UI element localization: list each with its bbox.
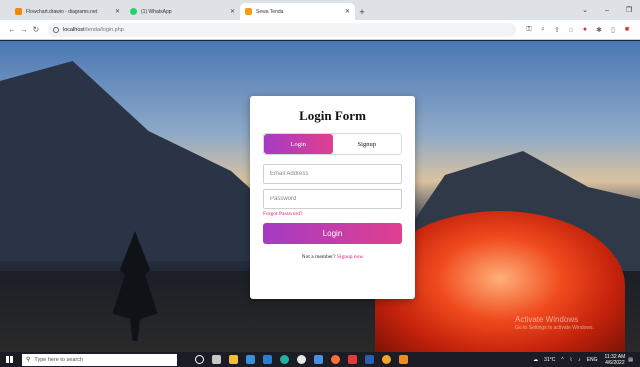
windows-logo-icon (5, 356, 13, 363)
form-title: Login Form (299, 108, 366, 123)
share-icon[interactable]: ⇪ (550, 26, 564, 34)
start-button[interactable] (0, 356, 18, 363)
key-icon[interactable]: ⚿ (522, 26, 536, 34)
bookmark-star-icon[interactable]: ☆ (564, 26, 578, 34)
activation-watermark: Activate Windows Go to Settings to activ… (515, 315, 594, 331)
search-icon: ⚲ (26, 357, 31, 363)
password-field[interactable] (263, 189, 402, 209)
window-controls: ⌄ – ❐ (574, 0, 640, 20)
url-path: /tenda/login.php (84, 26, 124, 33)
tab-drawio[interactable]: Flowchart.drawio - diagrams.net ✕ (10, 3, 125, 20)
language-indicator[interactable]: ENG (587, 357, 598, 363)
login-button[interactable]: Login (263, 223, 402, 244)
email-field[interactable] (263, 164, 402, 184)
member-text: Not a member? (301, 254, 336, 260)
profile-icon[interactable]: ■ (620, 26, 634, 33)
browser-toolbar: ← → ↻ localhost/tenda/login.php ⚿ ⌕ ⇪ ☆ … (0, 20, 640, 40)
page-viewport: Activate Windows Go to Settings to activ… (0, 41, 640, 352)
close-icon[interactable]: ✕ (230, 8, 235, 15)
chrome-active-icon[interactable] (382, 355, 391, 364)
photos-icon[interactable] (314, 355, 323, 364)
tab-sewa-tenda[interactable]: Sewa Tenda ✕ (240, 3, 355, 20)
tab-search-icon[interactable]: ⌄ (574, 6, 596, 14)
tab-title: Flowchart.drawio - diagrams.net (26, 8, 98, 15)
zoom-icon[interactable]: ⌕ (536, 26, 550, 34)
mail-icon[interactable] (263, 355, 272, 364)
back-icon[interactable]: ← (6, 25, 18, 34)
windows-taskbar: ⚲ Type here to search ☁ 31°C ^ ⌇ ♪ ENG 1… (0, 352, 640, 367)
clock-time: 11:32 AM (604, 353, 626, 360)
file-explorer-icon[interactable] (229, 355, 238, 364)
minimize-icon[interactable]: – (596, 7, 618, 14)
tray-chevron-icon[interactable]: ^ (561, 357, 563, 363)
close-icon[interactable]: ✕ (345, 8, 350, 15)
extension-red-icon[interactable]: ● (578, 26, 592, 33)
signup-prompt: Not a member? Signup now (250, 254, 415, 260)
toolbar-icons: ⚿ ⌕ ⇪ ☆ ● ✱ ▯ ■ (522, 26, 634, 34)
weather-icon[interactable]: ☁ (533, 357, 538, 363)
drawio-icon (15, 8, 22, 15)
search-placeholder: Type here to search (34, 356, 84, 363)
vscode-icon[interactable] (348, 355, 357, 364)
side-panel-icon[interactable]: ▯ (606, 26, 620, 34)
login-card: Login Form Login Signup Forgot Password?… (250, 96, 415, 299)
login-signup-switcher: Login Signup (263, 133, 402, 155)
tab-signup[interactable]: Signup (332, 134, 401, 154)
tab-title: (1) WhatsApp (141, 8, 172, 15)
word-icon[interactable] (365, 355, 374, 364)
forgot-password-link[interactable]: Forgot Password? (263, 211, 302, 217)
weather-temp[interactable]: 31°C (544, 357, 555, 363)
volume-icon[interactable]: ♪ (578, 357, 581, 363)
notifications-icon[interactable]: ▤ (628, 357, 633, 363)
tab-title: Sewa Tenda (256, 8, 284, 15)
signup-now-link[interactable]: Signup now (337, 254, 363, 260)
new-tab-button[interactable]: + (355, 3, 369, 20)
whatsapp-icon (130, 8, 137, 15)
url-host: localhost (63, 26, 85, 33)
store-icon[interactable] (246, 355, 255, 364)
watermark-subtitle: Go to Settings to activate Windows. (515, 325, 594, 331)
taskbar-search[interactable]: ⚲ Type here to search (22, 353, 177, 366)
site-info-icon[interactable] (53, 26, 59, 33)
sewa-tenda-icon (245, 8, 252, 15)
reload-icon[interactable]: ↻ (30, 25, 42, 34)
clock[interactable]: 11:32 AM 4/6/2022 (605, 354, 626, 366)
address-bar[interactable]: localhost/tenda/login.php (48, 22, 516, 37)
tab-whatsapp[interactable]: (1) WhatsApp ✕ (125, 3, 240, 20)
task-view-icon[interactable] (195, 355, 204, 364)
restore-icon[interactable]: ❐ (618, 6, 640, 14)
network-icon[interactable]: ⌇ (570, 357, 572, 363)
watermark-title: Activate Windows (515, 315, 579, 324)
close-icon[interactable]: ✕ (115, 8, 120, 15)
firefox-icon[interactable] (331, 355, 340, 364)
chrome-icon[interactable] (297, 355, 306, 364)
widgets-icon[interactable] (212, 355, 221, 364)
forward-icon[interactable]: → (18, 25, 30, 34)
taskbar-apps (191, 355, 412, 364)
app-icon[interactable] (399, 355, 408, 364)
extensions-puzzle-icon[interactable]: ✱ (592, 26, 606, 34)
clock-date: 4/6/2022 (605, 359, 625, 366)
tab-login[interactable]: Login (264, 134, 333, 154)
system-tray: ☁ 31°C ^ ⌇ ♪ ENG 11:32 AM 4/6/2022 ▤ (530, 352, 636, 367)
browser-tab-strip: Flowchart.drawio - diagrams.net ✕ (1) Wh… (0, 0, 640, 20)
edge-icon[interactable] (280, 355, 289, 364)
